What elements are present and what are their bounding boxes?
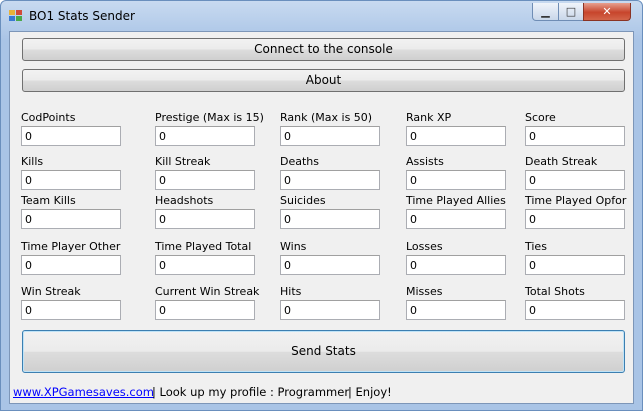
- death-streak-input[interactable]: 0: [525, 170, 625, 190]
- suicides-label: Suicides: [280, 194, 326, 207]
- client-area: Connect to the console About CodPoints 0…: [9, 31, 634, 404]
- time-player-other-input[interactable]: 0: [21, 255, 121, 275]
- time-played-total-label: Time Played Total: [155, 240, 252, 253]
- send-stats-button[interactable]: Send Stats: [22, 330, 625, 373]
- deaths-input[interactable]: 0: [280, 170, 380, 190]
- team-kills-input[interactable]: 0: [21, 209, 121, 229]
- misses-input[interactable]: 0: [406, 300, 506, 320]
- time-played-opfor-label: Time Played Opfor: [525, 194, 627, 207]
- status-bar: www.XPGamesaves.com | Look up my profile…: [10, 379, 633, 403]
- score-input[interactable]: 0: [525, 126, 625, 146]
- losses-input[interactable]: 0: [406, 255, 506, 275]
- rank-xp-input[interactable]: 0: [406, 126, 506, 146]
- total-shots-input[interactable]: 0: [525, 300, 625, 320]
- maximize-icon: □: [565, 5, 577, 18]
- ties-label: Ties: [525, 240, 547, 253]
- minimize-icon: ▁: [541, 5, 550, 18]
- prestige-label: Prestige (Max is 15): [155, 111, 264, 124]
- enjoy-text: | Enjoy!: [348, 385, 392, 399]
- wins-label: Wins: [280, 240, 307, 253]
- app-icon: [9, 10, 23, 22]
- rank-label: Rank (Max is 50): [280, 111, 373, 124]
- codpoints-label: CodPoints: [21, 111, 76, 124]
- prestige-input[interactable]: 0: [155, 126, 255, 146]
- hits-label: Hits: [280, 285, 302, 298]
- hits-input[interactable]: 0: [280, 300, 380, 320]
- score-label: Score: [525, 111, 556, 124]
- profile-text: | Look up my profile : Programmer: [152, 385, 350, 399]
- losses-label: Losses: [406, 240, 443, 253]
- win-streak-input[interactable]: 0: [21, 300, 121, 320]
- team-kills-label: Team Kills: [21, 194, 76, 207]
- title-bar[interactable]: BO1 Stats Sender ▁ □ ✕: [1, 1, 642, 31]
- assists-input[interactable]: 0: [406, 170, 506, 190]
- rank-input[interactable]: 0: [280, 126, 380, 146]
- rank-xp-label: Rank XP: [406, 111, 452, 124]
- headshots-input[interactable]: 0: [155, 209, 255, 229]
- headshots-label: Headshots: [155, 194, 214, 207]
- kill-streak-input[interactable]: 0: [155, 170, 255, 190]
- minimize-button[interactable]: ▁: [532, 3, 559, 21]
- app-window: BO1 Stats Sender ▁ □ ✕ Connect to the co…: [0, 0, 643, 411]
- close-button[interactable]: ✕: [583, 3, 631, 21]
- close-icon: ✕: [602, 5, 612, 18]
- ties-input[interactable]: 0: [525, 255, 625, 275]
- time-played-opfor-input[interactable]: 0: [525, 209, 625, 229]
- suicides-input[interactable]: 0: [280, 209, 380, 229]
- current-win-streak-label: Current Win Streak: [155, 285, 260, 298]
- current-win-streak-input[interactable]: 0: [155, 300, 255, 320]
- maximize-button[interactable]: □: [558, 3, 584, 21]
- time-played-allies-label: Time Played Allies: [406, 194, 506, 207]
- kill-streak-label: Kill Streak: [155, 155, 211, 168]
- kills-label: Kills: [21, 155, 44, 168]
- deaths-label: Deaths: [280, 155, 319, 168]
- website-link[interactable]: www.XPGamesaves.com: [13, 385, 154, 399]
- kills-input[interactable]: 0: [21, 170, 121, 190]
- time-player-other-label: Time Player Other: [21, 240, 121, 253]
- time-played-total-input[interactable]: 0: [155, 255, 255, 275]
- window-title: BO1 Stats Sender: [29, 9, 135, 23]
- total-shots-label: Total Shots: [525, 285, 585, 298]
- wins-input[interactable]: 0: [280, 255, 380, 275]
- codpoints-input[interactable]: 0: [21, 126, 121, 146]
- assists-label: Assists: [406, 155, 444, 168]
- misses-label: Misses: [406, 285, 443, 298]
- time-played-allies-input[interactable]: 0: [406, 209, 506, 229]
- about-button[interactable]: About: [22, 69, 625, 92]
- death-streak-label: Death Streak: [525, 155, 598, 168]
- connect-button[interactable]: Connect to the console: [22, 38, 625, 61]
- win-streak-label: Win Streak: [21, 285, 81, 298]
